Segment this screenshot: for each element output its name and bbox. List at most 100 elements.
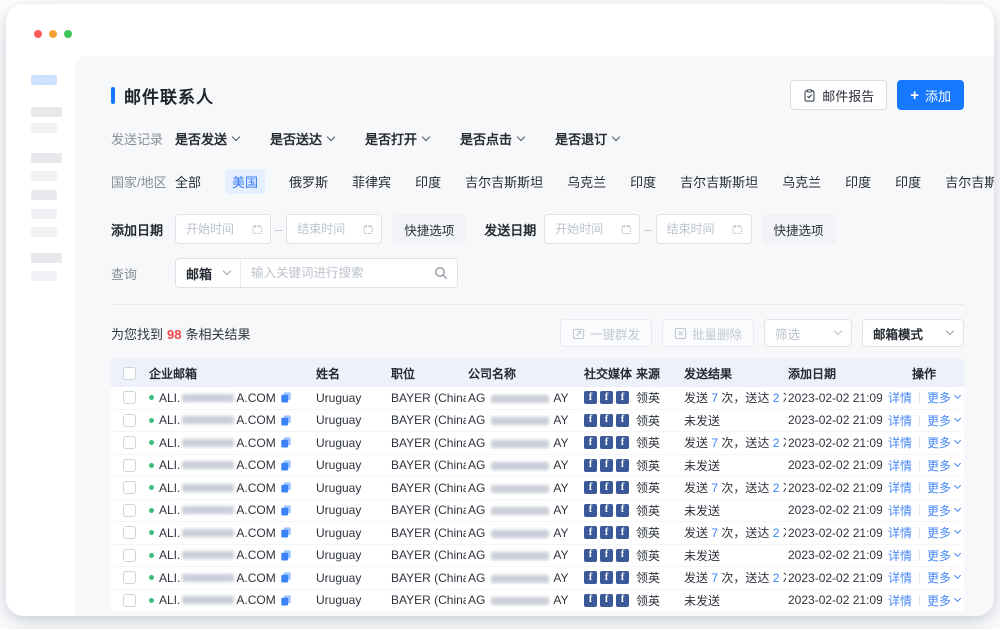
sidebar-skeleton-item[interactable] xyxy=(31,190,57,200)
facebook-icon[interactable]: f xyxy=(600,436,613,449)
sidebar-skeleton-item[interactable] xyxy=(31,107,62,117)
maximize-dot[interactable] xyxy=(64,30,72,38)
facebook-icon[interactable]: f xyxy=(584,571,597,584)
more-link[interactable]: 更多 xyxy=(927,479,960,496)
copy-icon[interactable] xyxy=(280,549,292,562)
facebook-icon[interactable]: f xyxy=(584,504,597,517)
detail-link[interactable]: 详情 xyxy=(888,389,912,406)
country-tab[interactable]: 俄罗斯 xyxy=(289,172,328,191)
minimize-dot[interactable] xyxy=(49,30,57,38)
country-tab[interactable]: 全部 xyxy=(175,172,201,191)
country-tab[interactable]: 吉尔吉斯斯坦 xyxy=(465,172,543,191)
row-checkbox[interactable] xyxy=(123,481,136,494)
select-all-checkbox[interactable] xyxy=(123,367,136,380)
detail-link[interactable]: 详情 xyxy=(888,569,912,586)
facebook-icon[interactable]: f xyxy=(600,481,613,494)
facebook-icon[interactable]: f xyxy=(616,459,629,472)
filter-dropdown[interactable]: 是否打开 xyxy=(365,129,429,148)
send-date-quick-options-button[interactable]: 快捷选项 xyxy=(762,214,836,244)
row-checkbox[interactable] xyxy=(123,594,136,607)
copy-icon[interactable] xyxy=(280,414,292,427)
sidebar-skeleton-item[interactable] xyxy=(31,123,57,133)
more-link[interactable]: 更多 xyxy=(927,569,960,586)
add-button[interactable]: + 添加 xyxy=(897,80,964,110)
country-tab[interactable]: 印度 xyxy=(845,172,871,191)
row-checkbox[interactable] xyxy=(123,459,136,472)
send-date-end-input[interactable] xyxy=(656,214,752,244)
detail-link[interactable]: 详情 xyxy=(888,592,912,609)
filter-dropdown[interactable]: 是否送达 xyxy=(270,129,334,148)
facebook-icon[interactable]: f xyxy=(616,526,629,539)
facebook-icon[interactable]: f xyxy=(600,549,613,562)
detail-link[interactable]: 详情 xyxy=(888,502,912,519)
country-tab[interactable]: 印度 xyxy=(630,172,656,191)
row-checkbox[interactable] xyxy=(123,391,136,404)
row-checkbox[interactable] xyxy=(123,436,136,449)
row-checkbox[interactable] xyxy=(123,571,136,584)
search-icon[interactable] xyxy=(434,266,448,280)
filter-dropdown[interactable]: 是否退订 xyxy=(555,129,619,148)
copy-icon[interactable] xyxy=(280,481,292,494)
facebook-icon[interactable]: f xyxy=(616,571,629,584)
bulk-send-button[interactable]: 一键群发 xyxy=(560,319,652,347)
more-link[interactable]: 更多 xyxy=(927,457,960,474)
facebook-icon[interactable]: f xyxy=(584,391,597,404)
copy-icon[interactable] xyxy=(280,526,292,539)
copy-icon[interactable] xyxy=(280,391,292,404)
more-link[interactable]: 更多 xyxy=(927,592,960,609)
row-checkbox[interactable] xyxy=(123,526,136,539)
copy-icon[interactable] xyxy=(280,459,292,472)
country-tab[interactable]: 乌克兰 xyxy=(782,172,821,191)
facebook-icon[interactable]: f xyxy=(616,481,629,494)
facebook-icon[interactable]: f xyxy=(616,436,629,449)
add-date-start-input[interactable] xyxy=(175,214,271,244)
facebook-icon[interactable]: f xyxy=(600,459,613,472)
country-tab[interactable]: 乌克兰 xyxy=(567,172,606,191)
end-time-field[interactable] xyxy=(295,221,359,237)
search-input[interactable] xyxy=(241,266,434,280)
more-link[interactable]: 更多 xyxy=(927,389,960,406)
row-checkbox[interactable] xyxy=(123,414,136,427)
facebook-icon[interactable]: f xyxy=(584,526,597,539)
detail-link[interactable]: 详情 xyxy=(888,457,912,474)
detail-link[interactable]: 详情 xyxy=(888,412,912,429)
end-time-field[interactable] xyxy=(665,221,729,237)
facebook-icon[interactable]: f xyxy=(600,391,613,404)
country-tab[interactable]: 吉尔吉斯斯坦 xyxy=(945,172,994,191)
report-button[interactable]: 邮件报告 xyxy=(790,80,887,110)
facebook-icon[interactable]: f xyxy=(600,526,613,539)
sidebar-skeleton-item[interactable] xyxy=(31,171,57,181)
sidebar-skeleton-item[interactable] xyxy=(31,153,62,163)
start-time-field[interactable] xyxy=(184,221,248,237)
facebook-icon[interactable]: f xyxy=(616,594,629,607)
facebook-icon[interactable]: f xyxy=(600,414,613,427)
more-link[interactable]: 更多 xyxy=(927,412,960,429)
facebook-icon[interactable]: f xyxy=(600,504,613,517)
filter-select[interactable]: 筛选 xyxy=(764,319,852,347)
facebook-icon[interactable]: f xyxy=(616,504,629,517)
country-tab[interactable]: 印度 xyxy=(415,172,441,191)
copy-icon[interactable] xyxy=(280,571,292,584)
facebook-icon[interactable]: f xyxy=(616,391,629,404)
close-dot[interactable] xyxy=(34,30,42,38)
facebook-icon[interactable]: f xyxy=(600,571,613,584)
more-link[interactable]: 更多 xyxy=(927,524,960,541)
facebook-icon[interactable]: f xyxy=(616,414,629,427)
filter-dropdown[interactable]: 是否发送 xyxy=(175,129,239,148)
add-date-end-input[interactable] xyxy=(286,214,382,244)
more-link[interactable]: 更多 xyxy=(927,547,960,564)
copy-icon[interactable] xyxy=(280,436,292,449)
copy-icon[interactable] xyxy=(280,594,292,607)
detail-link[interactable]: 详情 xyxy=(888,479,912,496)
send-date-start-input[interactable] xyxy=(544,214,640,244)
bulk-delete-button[interactable]: 批量删除 xyxy=(662,319,754,347)
facebook-icon[interactable]: f xyxy=(584,481,597,494)
country-tab[interactable]: 印度 xyxy=(895,172,921,191)
start-time-field[interactable] xyxy=(553,221,617,237)
more-link[interactable]: 更多 xyxy=(927,502,960,519)
sidebar-skeleton-item[interactable] xyxy=(31,209,57,219)
sidebar-skeleton-item[interactable] xyxy=(31,271,57,281)
country-tab[interactable]: 菲律宾 xyxy=(352,172,391,191)
country-tab[interactable]: 吉尔吉斯斯坦 xyxy=(680,172,758,191)
copy-icon[interactable] xyxy=(280,504,292,517)
